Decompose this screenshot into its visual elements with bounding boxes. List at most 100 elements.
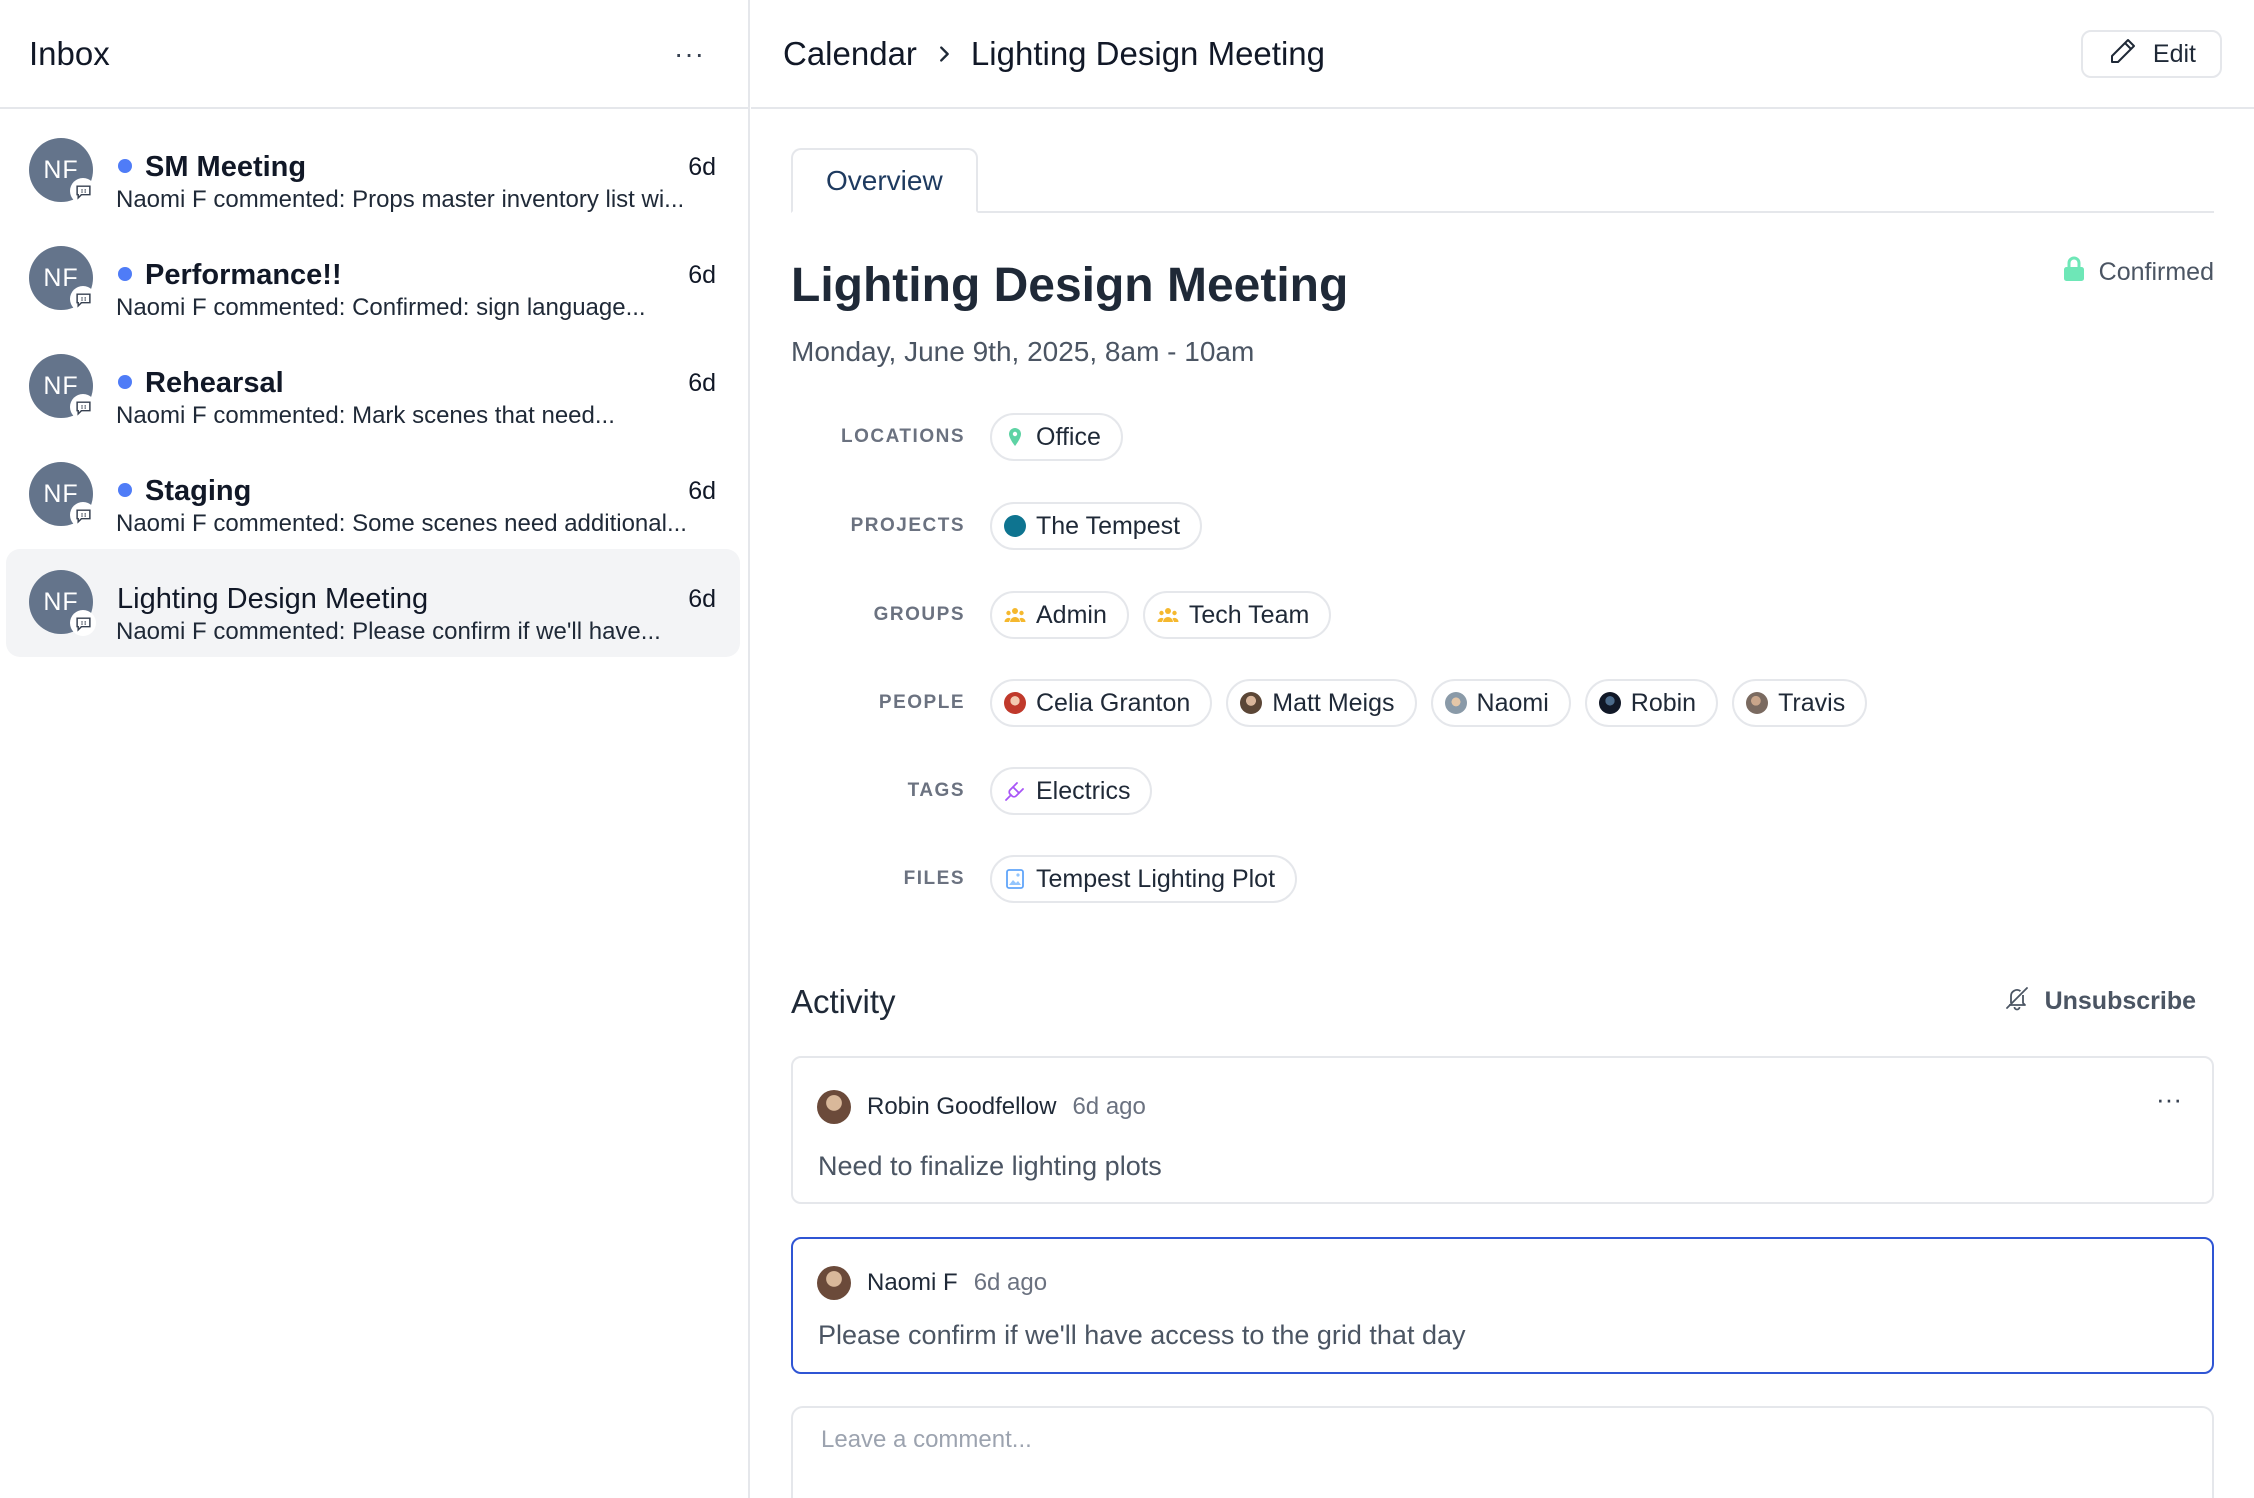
- comment-author: Robin Goodfellow: [867, 1093, 1057, 1120]
- field-locations: LOCATIONS Office: [751, 412, 1123, 462]
- project-color-dot: [1004, 515, 1026, 537]
- chip-project-the-tempest[interactable]: The Tempest: [990, 502, 1203, 550]
- chip-label: Celia Granton: [1036, 688, 1191, 717]
- inbox-item-preview: Naomi F commented: Please confirm if we'…: [116, 618, 661, 645]
- chip-label: The Tempest: [1036, 511, 1181, 540]
- comment-header: Robin Goodfellow 6d ago: [817, 1090, 1146, 1124]
- comment-body: Please confirm if we'll have access to t…: [818, 1320, 1466, 1350]
- inbox-item-preview: Naomi F commented: Mark scenes that need…: [116, 402, 615, 429]
- inbox-item-time: 6d: [688, 585, 716, 613]
- field-label: LOCATIONS: [841, 426, 965, 447]
- avatar: NF: [29, 246, 96, 312]
- chip-group-tech-team[interactable]: Tech Team: [1142, 591, 1332, 639]
- person-avatar: [1444, 692, 1467, 714]
- field-label: PEOPLE: [878, 692, 965, 713]
- edit-button[interactable]: Edit: [2080, 30, 2222, 78]
- chip-person-naomi[interactable]: Naomi: [1430, 679, 1571, 727]
- inbox-item-title: SM Meeting: [145, 151, 307, 183]
- map-pin-icon: [1004, 426, 1026, 448]
- comment-header: Naomi F 6d ago: [817, 1266, 1047, 1300]
- field-label: TAGS: [907, 780, 965, 801]
- comment-card-highlighted: Naomi F 6d ago Please confirm if we'll h…: [791, 1237, 2214, 1374]
- users-icon: [1004, 604, 1026, 626]
- chip-person-robin[interactable]: Robin: [1584, 679, 1719, 727]
- breadcrumb-current: Lighting Design Meeting: [970, 34, 1325, 72]
- unread-dot: [118, 375, 132, 389]
- field-people: PEOPLE Celia Granton Matt Meigs Naomi Ro…: [751, 678, 1868, 728]
- event-detail-panel: Calendar Lighting Design Meeting Edit Ov…: [751, 0, 2254, 1498]
- inbox-item-time: 6d: [688, 153, 716, 181]
- avatar: NF: [29, 462, 96, 528]
- avatar: NF: [29, 354, 96, 420]
- person-avatar: [1240, 692, 1263, 714]
- tab-overview[interactable]: Overview: [791, 148, 978, 213]
- users-icon: [1157, 604, 1179, 626]
- status-text: Confirmed: [2098, 258, 2214, 286]
- pencil-icon: [2107, 35, 2139, 74]
- chip-label: Electrics: [1036, 776, 1131, 805]
- event-date: Monday, June 9th, 2025, 8am - 10am: [791, 336, 1255, 367]
- comment-icon: [70, 502, 96, 528]
- chip-label: Tech Team: [1188, 600, 1310, 629]
- chip-label: Admin: [1036, 600, 1107, 629]
- chip-label: Office: [1036, 422, 1101, 451]
- inbox-item-time: 6d: [688, 261, 716, 289]
- edit-button-label: Edit: [2152, 39, 2196, 68]
- inbox-item-time: 6d: [688, 477, 716, 505]
- inbox-item[interactable]: NF Performance!! 6d Naomi F commented: C…: [6, 225, 740, 333]
- unread-dot: [118, 267, 132, 281]
- chip-person-travis[interactable]: Travis: [1732, 679, 1868, 727]
- comment-icon: [70, 286, 96, 312]
- inbox-item[interactable]: NF Staging 6d Naomi F commented: Some sc…: [6, 441, 740, 549]
- breadcrumb-calendar[interactable]: Calendar: [783, 35, 917, 73]
- chip-group-admin[interactable]: Admin: [990, 591, 1129, 639]
- inbox-item-title: Performance!!: [145, 259, 342, 291]
- inbox-item-selected[interactable]: NF Lighting Design Meeting 6d Naomi F co…: [6, 549, 740, 657]
- field-label: GROUPS: [873, 604, 965, 625]
- inbox-more-button[interactable]: ···: [660, 39, 719, 68]
- inbox-item-title: Lighting Design Meeting: [117, 583, 429, 615]
- plug-icon: [1004, 780, 1026, 802]
- comment-card: Robin Goodfellow 6d ago ··· Need to fina…: [791, 1056, 2214, 1204]
- detail-header: Calendar Lighting Design Meeting Edit: [751, 0, 2254, 109]
- inbox-item-time: 6d: [688, 369, 716, 397]
- comment-body: Need to finalize lighting plots: [818, 1151, 1162, 1181]
- comment-icon: [70, 394, 96, 420]
- avatar: NF: [29, 570, 96, 636]
- unsubscribe-button[interactable]: Unsubscribe: [2003, 984, 2196, 1019]
- chip-label: Tempest Lighting Plot: [1036, 864, 1276, 893]
- comment-icon: [70, 610, 96, 636]
- chip-person-matt-meigs[interactable]: Matt Meigs: [1226, 679, 1417, 727]
- activity-title: Activity: [791, 983, 896, 1020]
- person-avatar: [1598, 692, 1621, 714]
- inbox-title: Inbox: [29, 34, 110, 72]
- chip-label: Robin: [1630, 688, 1697, 717]
- comment-more-button[interactable]: ···: [2156, 1084, 2182, 1115]
- field-groups: GROUPS Admin Tech Team: [751, 590, 1332, 640]
- status-badge: Confirmed: [2063, 256, 2214, 289]
- comment-author: Naomi F: [867, 1269, 958, 1296]
- bell-off-icon: [2003, 984, 2031, 1019]
- comment-time: 6d ago: [1072, 1093, 1146, 1120]
- inbox-item-title: Rehearsal: [145, 367, 284, 399]
- chip-tag-electrics[interactable]: Electrics: [990, 767, 1153, 815]
- field-label: PROJECTS: [850, 515, 965, 536]
- chip-person-celia-granton[interactable]: Celia Granton: [990, 679, 1213, 727]
- chip-location-office[interactable]: Office: [990, 413, 1123, 461]
- inbox-item[interactable]: NF SM Meeting 6d Naomi F commented: Prop…: [6, 117, 740, 225]
- unread-dot: [118, 159, 132, 173]
- field-projects: PROJECTS The Tempest: [751, 501, 1203, 551]
- inbox-item[interactable]: NF Rehearsal 6d Naomi F commented: Mark …: [6, 333, 740, 441]
- avatar: NF: [29, 138, 96, 204]
- inbox-item-preview: Naomi F commented: Some scenes need addi…: [116, 510, 687, 537]
- person-avatar: [1004, 692, 1026, 714]
- chip-label: Travis: [1778, 688, 1846, 717]
- comment-input[interactable]: [821, 1426, 1621, 1454]
- comment-icon: [70, 178, 96, 204]
- comment-time: 6d ago: [973, 1269, 1048, 1296]
- unread-dot: [118, 483, 132, 497]
- inbox-header: Inbox ···: [0, 0, 748, 109]
- inbox-item-preview: Naomi F commented: Props master inventor…: [116, 186, 685, 213]
- event-title: Lighting Design Meeting: [791, 259, 1349, 312]
- chip-file-tempest-lighting-plot[interactable]: Tempest Lighting Plot: [990, 855, 1298, 903]
